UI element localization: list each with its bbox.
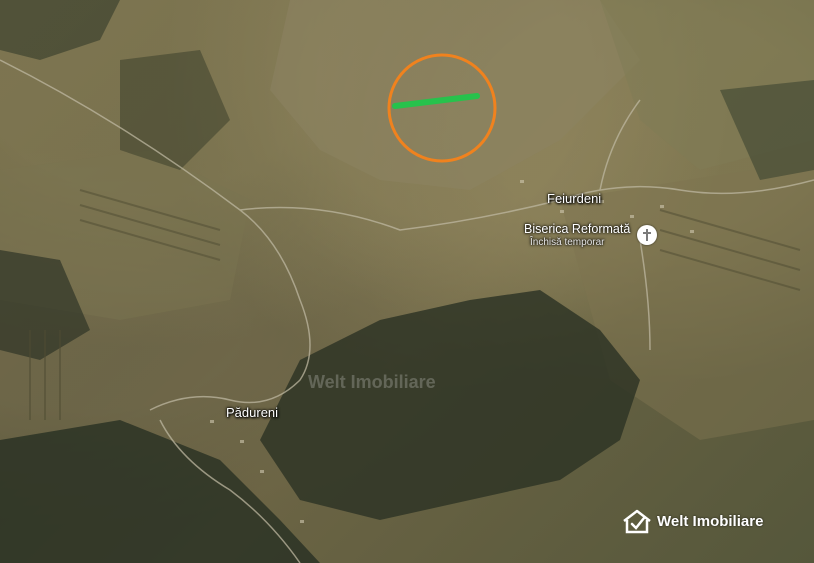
church-cross-icon[interactable] xyxy=(637,225,657,245)
poi-status: Închisă temporar xyxy=(530,237,605,248)
brand-logo: Welt Imobiliare xyxy=(621,508,763,534)
place-label-padureni[interactable]: Pădureni xyxy=(226,405,278,420)
plot-circle-marker xyxy=(387,53,497,163)
place-label-feiurdeni[interactable]: Feiurdeni xyxy=(547,191,601,206)
watermark-text: Welt Imobiliare xyxy=(308,372,436,392)
plot-highlight xyxy=(387,53,497,163)
plot-boundary-line xyxy=(392,93,480,109)
brand-name: Welt Imobiliare xyxy=(657,512,764,530)
poi-title[interactable]: Biserica Reformată xyxy=(524,222,630,236)
satellite-map[interactable]: Feiurdeni Biserica Reformată Închisă tem… xyxy=(0,0,814,563)
house-check-logo-icon xyxy=(623,509,651,534)
